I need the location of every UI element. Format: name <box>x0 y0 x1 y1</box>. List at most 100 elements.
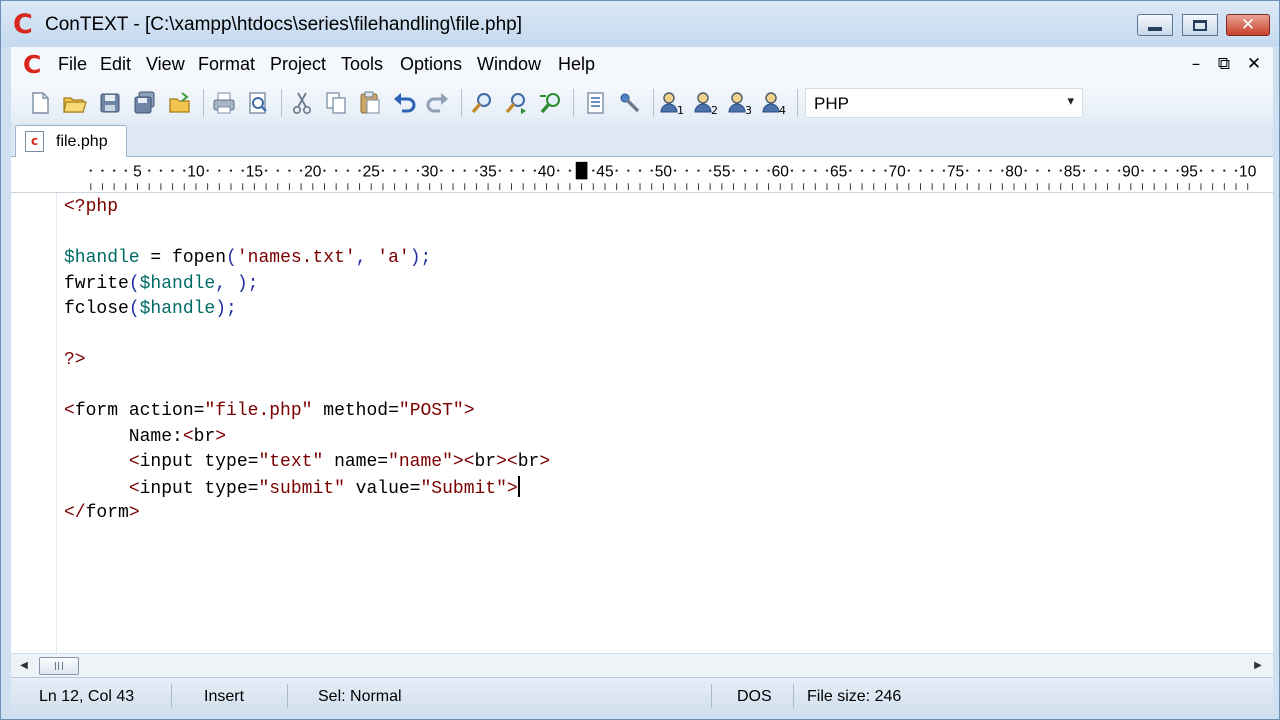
menu-options[interactable]: Options <box>400 54 462 75</box>
paste-icon[interactable] <box>357 90 383 116</box>
user-exec-4-icon[interactable]: 4 <box>761 90 787 116</box>
code-line[interactable]: ?> <box>64 348 550 374</box>
ruler-dot <box>849 169 852 172</box>
code-token: br <box>474 452 497 472</box>
ruler-dot <box>299 169 303 172</box>
menu-tools[interactable]: Tools <box>341 54 383 75</box>
ruler-dot <box>989 169 992 172</box>
status-line-endings: DOS <box>737 688 772 705</box>
code-line[interactable] <box>64 323 550 349</box>
user-exec-2-icon[interactable]: 2 <box>693 90 719 116</box>
code-editor[interactable]: <?php $handle = fopen('names.txt', 'a'); f… <box>11 193 1273 653</box>
code-line[interactable]: <form action="file.php" method="POST"> <box>64 399 550 425</box>
code-line[interactable]: $handle = fopen('names.txt', 'a'); <box>64 246 550 272</box>
tools-icon[interactable] <box>617 90 643 116</box>
ruler-dot <box>1106 169 1109 172</box>
print-preview-icon[interactable] <box>245 90 271 116</box>
ruler-dot <box>1047 169 1051 172</box>
menu-format[interactable]: Format <box>198 54 255 75</box>
find-next-icon[interactable] <box>503 90 529 116</box>
code-token: ); <box>409 248 432 268</box>
code-token: "Submit" <box>420 478 507 499</box>
horizontal-scrollbar[interactable]: ◀ ▶ <box>11 653 1273 677</box>
ruler-dot <box>241 169 244 172</box>
menu-window[interactable]: Window <box>477 54 541 75</box>
code-token: </ <box>64 503 86 523</box>
ruler-dot <box>451 169 455 172</box>
code-token: 'a' <box>377 248 410 268</box>
ruler-dot <box>440 169 443 172</box>
code-token: < <box>182 426 194 447</box>
ruler-dot <box>744 169 747 172</box>
user-exec-3-icon[interactable]: 3 <box>727 90 753 116</box>
ruler-dot <box>335 169 338 172</box>
code-token: Name: <box>64 426 183 447</box>
code-line[interactable]: fclose($handle); <box>64 297 550 323</box>
save-all-icon[interactable] <box>131 90 157 116</box>
user-exec-1-icon[interactable]: 1 <box>659 90 685 116</box>
menu-project[interactable]: Project <box>270 54 326 75</box>
code-line[interactable]: fwrite($handle, ); <box>64 272 550 298</box>
ruler-dot <box>966 169 969 172</box>
cut-icon[interactable] <box>289 90 315 116</box>
document-close-button[interactable]: ✕ <box>1244 53 1264 75</box>
new-file-icon[interactable] <box>27 90 53 116</box>
ruler-dot <box>1141 169 1144 172</box>
copy-icon[interactable] <box>323 90 349 116</box>
code-line[interactable] <box>64 221 550 247</box>
open-file-icon[interactable] <box>61 90 87 116</box>
ruler-dot <box>685 169 688 172</box>
menu-file[interactable]: File <box>58 54 87 75</box>
ruler-dot <box>814 169 817 172</box>
ruler-dot <box>907 169 910 172</box>
svg-text:4: 4 <box>779 104 786 116</box>
code-line[interactable]: <input type="text" name="name"><br><br> <box>64 450 550 476</box>
ruler-dot <box>673 169 677 172</box>
ruler-dot <box>860 169 864 172</box>
maximize-button[interactable] <box>1182 14 1218 36</box>
replace-icon[interactable] <box>537 90 563 116</box>
scrollbar-thumb[interactable] <box>39 657 79 675</box>
code-line[interactable]: Name:<br> <box>64 425 550 451</box>
redo-icon[interactable] <box>425 90 451 116</box>
code-token: ?> <box>64 350 86 370</box>
ruler-dot <box>627 169 630 172</box>
code-line[interactable]: <input type="submit" value="Submit"> <box>64 475 550 502</box>
document-restore-button[interactable]: ⧉ <box>1214 53 1234 75</box>
code-text[interactable]: <?php $handle = fopen('names.txt', 'a'); f… <box>64 195 550 527</box>
document-system-menu-icon[interactable]: C <box>23 51 47 79</box>
menu-view[interactable]: View <box>146 54 185 75</box>
code-line[interactable] <box>64 374 550 400</box>
menu-edit[interactable]: Edit <box>100 54 131 75</box>
tab-file-php[interactable]: c file.php <box>15 125 127 157</box>
undo-icon[interactable] <box>391 90 417 116</box>
close-icon: ✕ <box>1240 15 1256 35</box>
menu-help[interactable]: Help <box>558 54 595 75</box>
code-token: < <box>64 401 75 421</box>
chevron-down-icon[interactable]: ▾ <box>1067 93 1074 109</box>
close-button[interactable]: ✕ <box>1226 14 1270 36</box>
ruler-label: 85 <box>1064 163 1081 180</box>
ruler-dot <box>288 169 291 172</box>
code-token: "file.php" <box>204 401 313 421</box>
syntax-highlighter-select[interactable]: PHP ▾ <box>805 88 1083 118</box>
code-line[interactable]: </form> <box>64 501 550 527</box>
ruler-dot <box>498 169 501 172</box>
minimize-button[interactable] <box>1137 14 1173 36</box>
print-icon[interactable] <box>211 90 237 116</box>
open-folder-icon[interactable] <box>167 90 193 116</box>
code-line[interactable]: <?php <box>64 195 550 221</box>
properties-icon[interactable] <box>583 90 609 116</box>
scroll-right-icon[interactable]: ▶ <box>1251 658 1265 674</box>
ruler-label: 15 <box>246 163 263 180</box>
code-token: method= <box>312 401 399 421</box>
code-token: value= <box>344 478 421 499</box>
document-minimize-button[interactable]: – <box>1186 53 1206 75</box>
window-title: ConTEXT - [C:\xampp\htdocs\series\fileha… <box>45 14 522 35</box>
title-bar[interactable]: C ConTEXT - [C:\xampp\htdocs\series\file… <box>1 1 1279 47</box>
app-logo-icon: C <box>13 9 33 40</box>
find-icon[interactable] <box>469 90 495 116</box>
code-token: > <box>128 503 140 523</box>
save-icon[interactable] <box>97 90 123 116</box>
scroll-left-icon[interactable]: ◀ <box>17 658 31 674</box>
